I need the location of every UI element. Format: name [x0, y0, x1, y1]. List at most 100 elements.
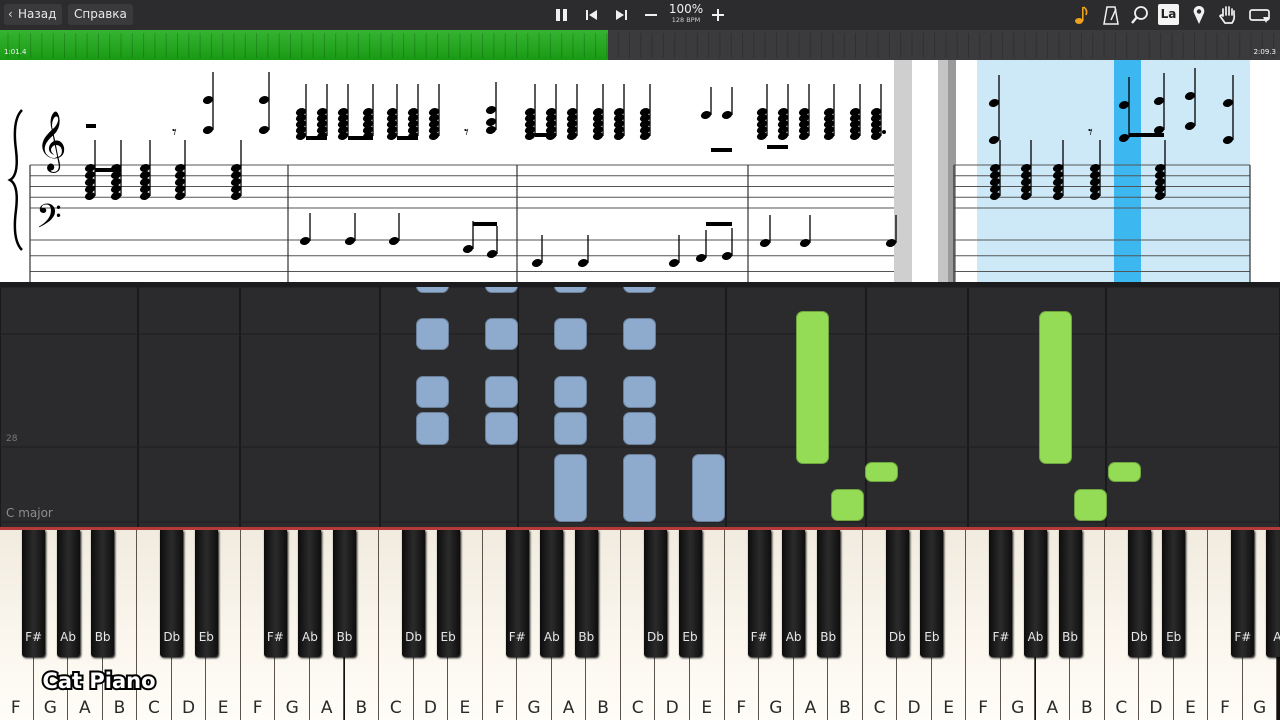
black-key-Db[interactable]: Db: [1127, 530, 1151, 657]
key-label: Ab: [543, 630, 560, 644]
bass-chord-note: [174, 192, 186, 200]
black-key-Fsharp[interactable]: F#: [263, 530, 287, 657]
right-hand-note: [1039, 311, 1072, 464]
key-label: F#: [508, 630, 526, 644]
tempo-decrease-button[interactable]: [640, 3, 662, 27]
black-key-Bb[interactable]: Bb: [574, 530, 598, 657]
key-label: Eb: [198, 630, 214, 644]
left-hand-note: [485, 412, 518, 445]
key-label: C: [389, 698, 402, 718]
key-label: A: [320, 698, 333, 718]
loop-button[interactable]: [1247, 4, 1273, 26]
black-key-Eb[interactable]: Eb: [920, 530, 944, 657]
melody-note: [202, 126, 214, 134]
note-button[interactable]: [1071, 4, 1093, 26]
black-key-Fsharp[interactable]: F#: [989, 530, 1013, 657]
page-gap-dark: [948, 60, 956, 284]
black-key-Fsharp[interactable]: F#: [505, 530, 529, 657]
progress-bar[interactable]: 1:01.4 2:09.3: [0, 30, 1280, 60]
black-key-Fsharp[interactable]: F#: [22, 530, 46, 657]
key-label: F#: [25, 630, 43, 644]
row-number: 28: [6, 434, 18, 444]
black-key-Ab[interactable]: Ab: [782, 530, 806, 657]
black-key-Fsharp[interactable]: F#: [747, 530, 771, 657]
key-label: D: [665, 698, 679, 718]
key-label: Ab: [1027, 630, 1044, 644]
beam: [473, 222, 497, 226]
key-label: Bb: [820, 630, 837, 644]
black-key-Db[interactable]: Db: [402, 530, 426, 657]
bass-note: [759, 239, 771, 247]
key-label: C: [1115, 698, 1128, 718]
la-icon: La: [1160, 7, 1177, 21]
key-label: G: [1252, 698, 1267, 718]
black-key-Bb[interactable]: Bb: [333, 530, 356, 657]
bass-note: [577, 259, 589, 267]
page-gap: [894, 60, 912, 284]
left-hand-note: [416, 287, 449, 293]
right-hand-note: [865, 462, 898, 482]
key-label: F#: [992, 630, 1010, 644]
left-hand-note: [554, 376, 587, 408]
pause-button[interactable]: [551, 3, 573, 27]
black-key-Bb[interactable]: Bb: [91, 530, 115, 657]
hand-icon: [1219, 6, 1236, 24]
skip-back-button[interactable]: [581, 3, 603, 27]
location-pin-icon: [1193, 6, 1205, 24]
black-key-A[interactable]: A: [1265, 530, 1280, 657]
black-key-Eb[interactable]: Eb: [194, 530, 218, 657]
top-toolbar: ‹ Назад Справка 100% 128 BPM La: [0, 0, 1280, 30]
black-key-Ab[interactable]: Ab: [1024, 530, 1047, 657]
left-hand-note: [623, 287, 656, 293]
la-button[interactable]: La: [1158, 4, 1179, 25]
bass-chord-note: [84, 192, 96, 200]
metronome-button[interactable]: [1100, 4, 1122, 26]
black-key-Eb[interactable]: Eb: [678, 530, 702, 657]
piano-keyboard: F G A B C D E F G A B C D E F G A B C D E F G A B C D E F G A B C D E F G F# A…: [0, 530, 1280, 720]
bass-chord-note: [230, 192, 242, 200]
black-key-Db[interactable]: Db: [885, 530, 909, 657]
skip-forward-button[interactable]: [610, 3, 632, 27]
black-key-Db[interactable]: Db: [160, 530, 184, 657]
pause-icon: [556, 9, 567, 21]
black-key-Fsharp[interactable]: F#: [1231, 530, 1255, 657]
bass-note: [388, 237, 400, 245]
back-button[interactable]: ‹ Назад: [4, 4, 63, 25]
left-hand-note: [416, 412, 449, 445]
bass-note: [486, 250, 498, 258]
left-hand-note: [416, 318, 449, 350]
sheet-music-view[interactable]: 𝄞 𝄢 𝄾 𝄾 𝄾: [0, 60, 1280, 284]
black-key-Db[interactable]: Db: [643, 530, 667, 657]
bass-note: [695, 254, 707, 262]
key-label: E: [1185, 698, 1196, 718]
black-key-Ab[interactable]: Ab: [56, 530, 80, 657]
progress-ticks: [7, 33, 1275, 58]
key-label: Bb: [336, 630, 353, 644]
key-label: Db: [163, 630, 181, 644]
key-label: Ab: [60, 630, 76, 644]
location-button[interactable]: [1188, 4, 1210, 26]
eighth-rest: 𝄾: [1088, 122, 1093, 143]
key-label: Eb: [682, 630, 698, 644]
hand-button[interactable]: [1217, 4, 1239, 26]
help-button[interactable]: Справка: [68, 4, 133, 25]
key-label: G: [43, 698, 57, 718]
melody-note: [258, 126, 270, 134]
left-hand-note: [485, 287, 518, 293]
black-key-Ab[interactable]: Ab: [540, 530, 564, 657]
black-key-Ab[interactable]: Ab: [298, 530, 322, 657]
black-key-Eb[interactable]: Eb: [1162, 530, 1186, 657]
key-label: E: [943, 698, 954, 718]
plus-icon: [712, 9, 724, 21]
black-key-Eb[interactable]: Eb: [436, 530, 460, 657]
search-button[interactable]: [1129, 4, 1151, 26]
tempo-increase-button[interactable]: [707, 3, 729, 27]
melody-note: [258, 96, 270, 104]
black-key-Bb[interactable]: Bb: [1058, 530, 1082, 657]
key-label: F: [252, 698, 263, 718]
treble-clef: 𝄞: [36, 111, 67, 173]
key-label: A: [804, 698, 817, 718]
black-key-Bb[interactable]: Bb: [816, 530, 840, 657]
beam: [1129, 133, 1164, 137]
bass-note: [344, 237, 356, 245]
